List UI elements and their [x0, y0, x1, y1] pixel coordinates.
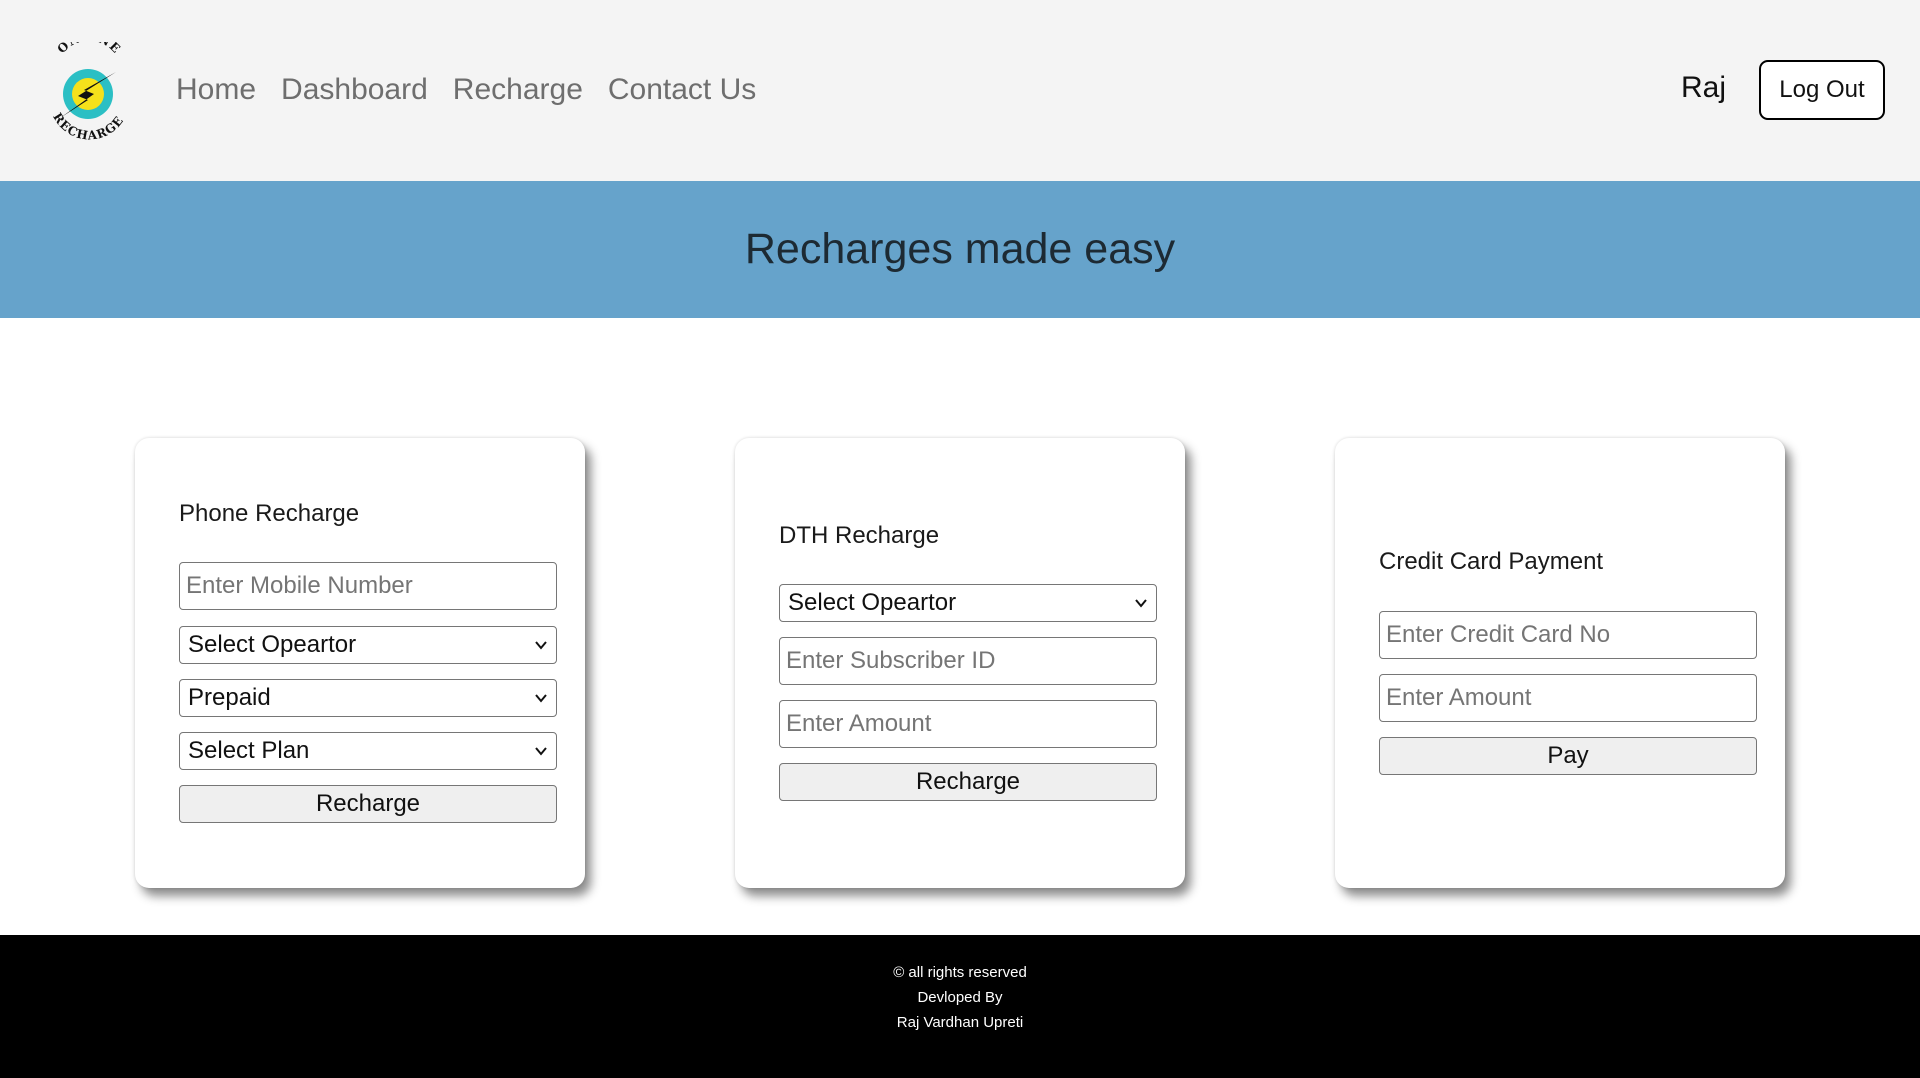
select-value: Select Opeartor	[788, 589, 957, 616]
card-title: DTH Recharge	[779, 522, 940, 549]
dth-recharge-button[interactable]: Recharge	[779, 763, 1157, 801]
hero-banner: Recharges made easy	[0, 181, 1920, 318]
dth-amount-input[interactable]	[779, 700, 1157, 748]
credit-amount-input[interactable]	[1379, 674, 1757, 722]
plan-select[interactable]: Select Plan	[179, 732, 557, 770]
phone-recharge-button[interactable]: Recharge	[179, 785, 557, 823]
footer: © all rights reserved Devloped By Raj Va…	[0, 935, 1920, 1078]
username: Raj	[1681, 71, 1727, 104]
card-title: Credit Card Payment	[1379, 548, 1604, 575]
nav-recharge[interactable]: Recharge	[453, 70, 583, 110]
banner-title: Recharges made easy	[744, 225, 1176, 273]
header: ONLINE RECHARGE Home Dashboard Recharge …	[0, 0, 1920, 181]
chevron-down-icon	[1135, 599, 1147, 608]
nav-dashboard[interactable]: Dashboard	[281, 70, 428, 110]
dth-operator-select[interactable]: Select Opeartor	[779, 584, 1157, 622]
chevron-down-icon	[535, 694, 547, 703]
nav-contact-us[interactable]: Contact Us	[608, 70, 756, 110]
credit-card-number-input[interactable]	[1379, 611, 1757, 659]
pay-button[interactable]: Pay	[1379, 737, 1757, 775]
chevron-down-icon	[535, 641, 547, 650]
logout-button[interactable]: Log Out	[1759, 60, 1885, 120]
svg-text:ONLINE: ONLINE	[55, 42, 124, 56]
nav-home[interactable]: Home	[176, 70, 256, 110]
select-value: Select Plan	[188, 737, 310, 764]
developer-name: Raj Vardhan Upreti	[896, 1014, 1024, 1031]
card-title: Phone Recharge	[179, 500, 360, 527]
connection-type-select[interactable]: Prepaid	[179, 679, 557, 717]
operator-select[interactable]: Select Opeartor	[179, 626, 557, 664]
chevron-down-icon	[535, 747, 547, 756]
lightning-bolt-icon: ONLINE RECHARGE	[50, 42, 125, 142]
main-nav: Home Dashboard Recharge Contact Us	[176, 70, 756, 110]
phone-recharge-card: Phone Recharge Select Opeartor Prepaid S…	[135, 438, 585, 888]
developed-by-text: Devloped By	[917, 989, 1003, 1006]
select-value: Prepaid	[188, 684, 271, 711]
subscriber-id-input[interactable]	[779, 637, 1157, 685]
select-value: Select Opeartor	[188, 631, 357, 658]
site-logo[interactable]: ONLINE RECHARGE	[44, 42, 134, 142]
logo-top-text: ONLINE	[55, 42, 123, 56]
mobile-number-input[interactable]	[179, 562, 557, 610]
dth-recharge-card: DTH Recharge Select Opeartor Recharge	[735, 438, 1185, 888]
copyright-text: © all rights reserved	[893, 964, 1027, 981]
credit-card-payment-card: Credit Card Payment Pay	[1335, 438, 1785, 888]
